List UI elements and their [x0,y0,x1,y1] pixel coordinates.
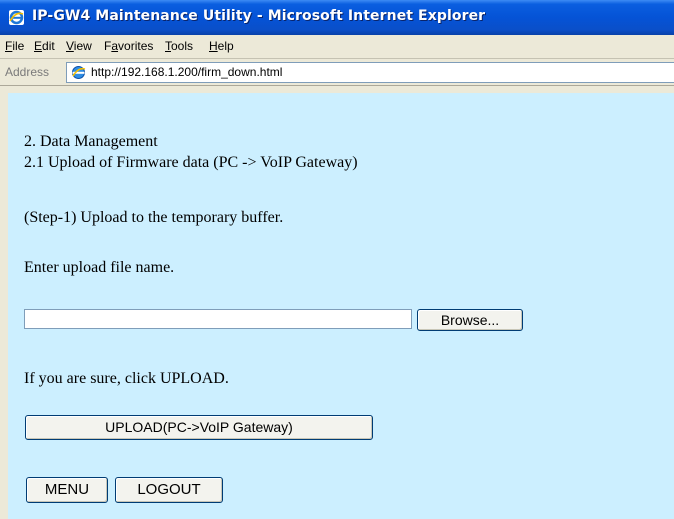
menu-help[interactable]: Help [209,39,234,53]
menu-button[interactable]: MENU [26,477,108,503]
menu-bar: File Edit View Favorites Tools Help [0,35,674,59]
page-heading: 2. Data Management [24,133,158,150]
menu-tools[interactable]: Tools [165,39,193,53]
logout-button-label: LOGOUT [137,481,201,498]
menu-view[interactable]: View [66,39,92,53]
menu-favorites[interactable]: Favorites [104,39,153,53]
browse-button-label: Browse... [440,312,500,328]
page-content: 2. Data Management 2.1 Upload of Firmwar… [8,93,674,519]
menu-file[interactable]: File [5,39,24,53]
instruction-text: Enter upload file name. [24,259,175,276]
upload-button[interactable]: UPLOAD(PC->VoIP Gateway) [25,415,373,440]
window-title: IP-GW4 Maintenance Utility - Microsoft I… [32,8,486,24]
address-bar: Address http://192.168.1.200/firm_down.h… [0,59,674,86]
address-url: http://192.168.1.200/firm_down.html [91,65,283,79]
upload-file-input[interactable] [24,309,412,329]
page-icon [72,66,86,79]
address-label: Address [5,65,50,79]
confirm-text: If you are sure, click UPLOAD. [24,370,229,387]
logout-button[interactable]: LOGOUT [115,477,223,503]
browse-button[interactable]: Browse... [417,309,523,331]
menu-edit[interactable]: Edit [34,39,55,53]
upload-button-label: UPLOAD(PC->VoIP Gateway) [105,419,293,435]
menu-button-label: MENU [44,481,90,498]
address-field[interactable]: http://192.168.1.200/firm_down.html [66,62,674,83]
ie-icon [9,10,24,25]
step-text: (Step-1) Upload to the temporary buffer. [24,209,284,226]
window-titlebar: IP-GW4 Maintenance Utility - Microsoft I… [0,0,674,35]
page-subheading: 2.1 Upload of Firmware data (PC -> VoIP … [24,154,358,171]
